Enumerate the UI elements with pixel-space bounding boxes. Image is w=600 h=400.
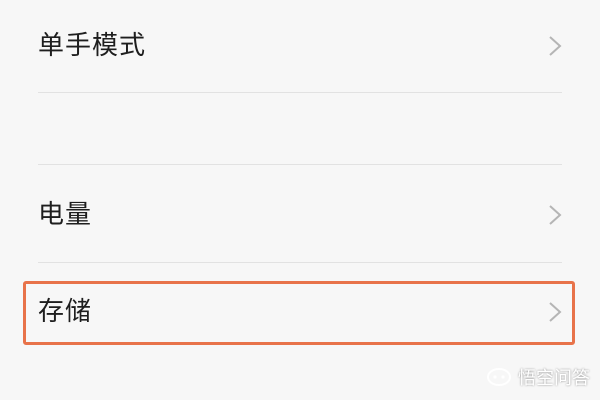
- watermark-text: 悟空问答: [518, 368, 590, 389]
- logo-icon: [486, 367, 512, 387]
- divider: [38, 92, 562, 93]
- settings-item-battery[interactable]: 电量: [0, 165, 600, 261]
- highlight-box: [23, 281, 575, 345]
- chevron-right-icon: [548, 204, 562, 226]
- settings-item-one-handed-mode[interactable]: 单手模式: [0, 0, 600, 92]
- chevron-right-icon: [548, 35, 562, 57]
- settings-item-label: 电量: [38, 200, 93, 230]
- watermark: 悟空问答: [486, 364, 590, 390]
- settings-item-label: 单手模式: [38, 31, 147, 61]
